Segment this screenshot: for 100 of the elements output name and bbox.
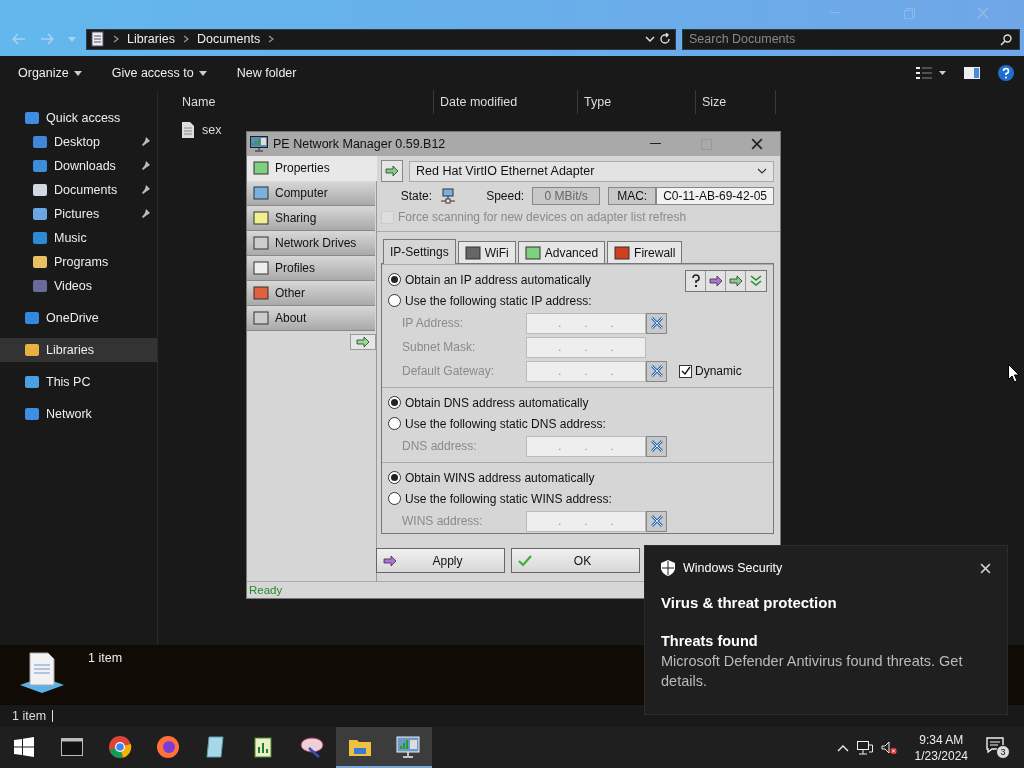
collapse-button[interactable] (350, 334, 376, 350)
taskbar-app[interactable] (384, 727, 432, 768)
ok-button[interactable]: OK (511, 548, 640, 573)
nav-item[interactable]: This PC (0, 370, 157, 394)
notification-button[interactable]: 3 (986, 736, 1010, 759)
nav-item[interactable]: Music (0, 226, 157, 250)
nav-item-icon (32, 159, 48, 173)
notification-toast[interactable]: Windows Security Virus & threat protection Threats found Microsoft Defender Antivirus found threats. Get details. (644, 545, 1008, 715)
preview-pane-icon[interactable] (964, 67, 980, 79)
help-icon[interactable] (998, 65, 1014, 81)
radio-label: Obtain DNS address automatically (405, 395, 589, 410)
section-icon (253, 186, 269, 200)
nav-item[interactable]: Pictures (0, 202, 157, 226)
checkbox-label: Force scanning for new devices on adapter list refresh (398, 210, 687, 224)
nav-item[interactable]: Videos (0, 274, 157, 298)
adapter-dropdown[interactable]: Red Hat VirtIO Ethernet Adapter (409, 160, 774, 182)
chevron-right-icon (113, 35, 119, 43)
sidebar-item[interactable]: Network Drives (247, 231, 375, 256)
column-header[interactable]: Name (176, 95, 216, 109)
nav-item-icon (32, 183, 48, 197)
clear-button[interactable] (646, 312, 667, 334)
sidebar-item[interactable]: Other (247, 281, 375, 306)
toast-heading: Threats found (661, 633, 759, 649)
radio-button[interactable] (388, 492, 401, 505)
clear-button[interactable] (646, 435, 667, 457)
breadcrumb-item[interactable]: Documents (196, 32, 261, 46)
network-icon (440, 188, 457, 204)
toolbar-button[interactable]: Organize (18, 66, 82, 80)
arrow-icon (385, 166, 399, 176)
state-label: State: (400, 189, 433, 203)
windows-icon[interactable] (14, 736, 34, 757)
shield-icon (661, 560, 675, 576)
sidebar-item[interactable]: Sharing (247, 206, 375, 231)
checkbox[interactable] (679, 364, 692, 378)
sidebar-item[interactable]: Profiles (247, 256, 375, 281)
nav-item[interactable]: Network (0, 402, 157, 426)
nav-item[interactable]: Desktop (0, 130, 157, 154)
browser-icon (108, 734, 132, 759)
radio-button[interactable] (388, 471, 401, 484)
refresh-icon[interactable] (659, 33, 671, 45)
clear-icon (649, 364, 664, 378)
nav-item-icon (32, 231, 48, 245)
nav-item-label: Desktop (54, 135, 100, 149)
column-header[interactable]: Size (696, 95, 727, 109)
taskbar-app[interactable] (336, 727, 384, 768)
help-icon (690, 274, 701, 288)
sidebar-item[interactable]: Computer (247, 181, 375, 206)
terminal-icon (61, 737, 83, 756)
chevron-down-icon[interactable] (645, 36, 655, 42)
close-button[interactable] (980, 562, 991, 574)
document-icon (18, 651, 66, 695)
check-icon (518, 554, 532, 567)
sidebar-item[interactable]: About (247, 306, 375, 331)
column-header[interactable]: Type (578, 95, 612, 109)
breadcrumb-item[interactable]: Libraries (127, 32, 175, 46)
sidebar-item[interactable]: Properties (247, 156, 377, 181)
toolbar-button[interactable]: New folder (236, 66, 297, 80)
radio-button[interactable] (388, 273, 401, 286)
pin-icon[interactable] (141, 161, 151, 171)
address-bar[interactable]: Libraries Documents (86, 28, 676, 50)
apply-button[interactable]: Apply (376, 548, 505, 573)
apply-button[interactable] (706, 271, 726, 291)
clock-date[interactable]: 1/23/2024 (914, 747, 968, 764)
radio-button[interactable] (388, 417, 401, 430)
expand-button[interactable] (746, 271, 766, 291)
tab[interactable]: IP-Settings (383, 239, 456, 264)
clear-button[interactable] (646, 360, 667, 382)
minimize-icon[interactable] (649, 143, 661, 145)
nav-item[interactable]: Downloads (0, 154, 157, 178)
nav-item[interactable]: OneDrive (0, 306, 157, 330)
field-label: DNS address: (402, 439, 478, 453)
chevron-up-icon[interactable] (836, 743, 849, 752)
search-field[interactable]: Search Documents (682, 28, 1020, 50)
radio-button[interactable] (388, 396, 401, 409)
pin-icon[interactable] (141, 185, 151, 195)
tab[interactable]: Firewall (607, 241, 683, 263)
clear-icon (649, 514, 664, 528)
toolbar-button[interactable]: Give access to (111, 66, 207, 80)
window-title: PE Network Manager 0.59.B12 (273, 137, 447, 151)
nav-item[interactable]: Documents (0, 178, 157, 202)
nav-item[interactable]: Libraries (0, 338, 157, 362)
pin-icon[interactable] (141, 137, 151, 147)
volume-muted-icon[interactable] (880, 740, 897, 755)
nav-item[interactable]: Programs (0, 250, 157, 274)
nav-item[interactable]: Quick access (0, 106, 157, 130)
nav-item-label: Libraries (46, 343, 94, 357)
tab[interactable]: WiFi (457, 241, 516, 263)
network-icon[interactable] (856, 740, 873, 755)
clock-time[interactable]: 9:34 AM (919, 731, 964, 748)
export-button[interactable] (726, 271, 746, 291)
file-name[interactable]: sex (202, 123, 222, 137)
radio-button[interactable] (388, 294, 401, 307)
arrow-icon (356, 337, 370, 347)
view-options-icon[interactable] (916, 67, 946, 79)
refresh-adapter-button[interactable] (381, 160, 403, 182)
tab[interactable]: Advanced (517, 241, 606, 263)
pin-icon[interactable] (141, 209, 151, 219)
clear-button[interactable] (646, 510, 667, 532)
help-button[interactable] (686, 271, 706, 291)
column-header[interactable]: Date modified (434, 95, 518, 109)
